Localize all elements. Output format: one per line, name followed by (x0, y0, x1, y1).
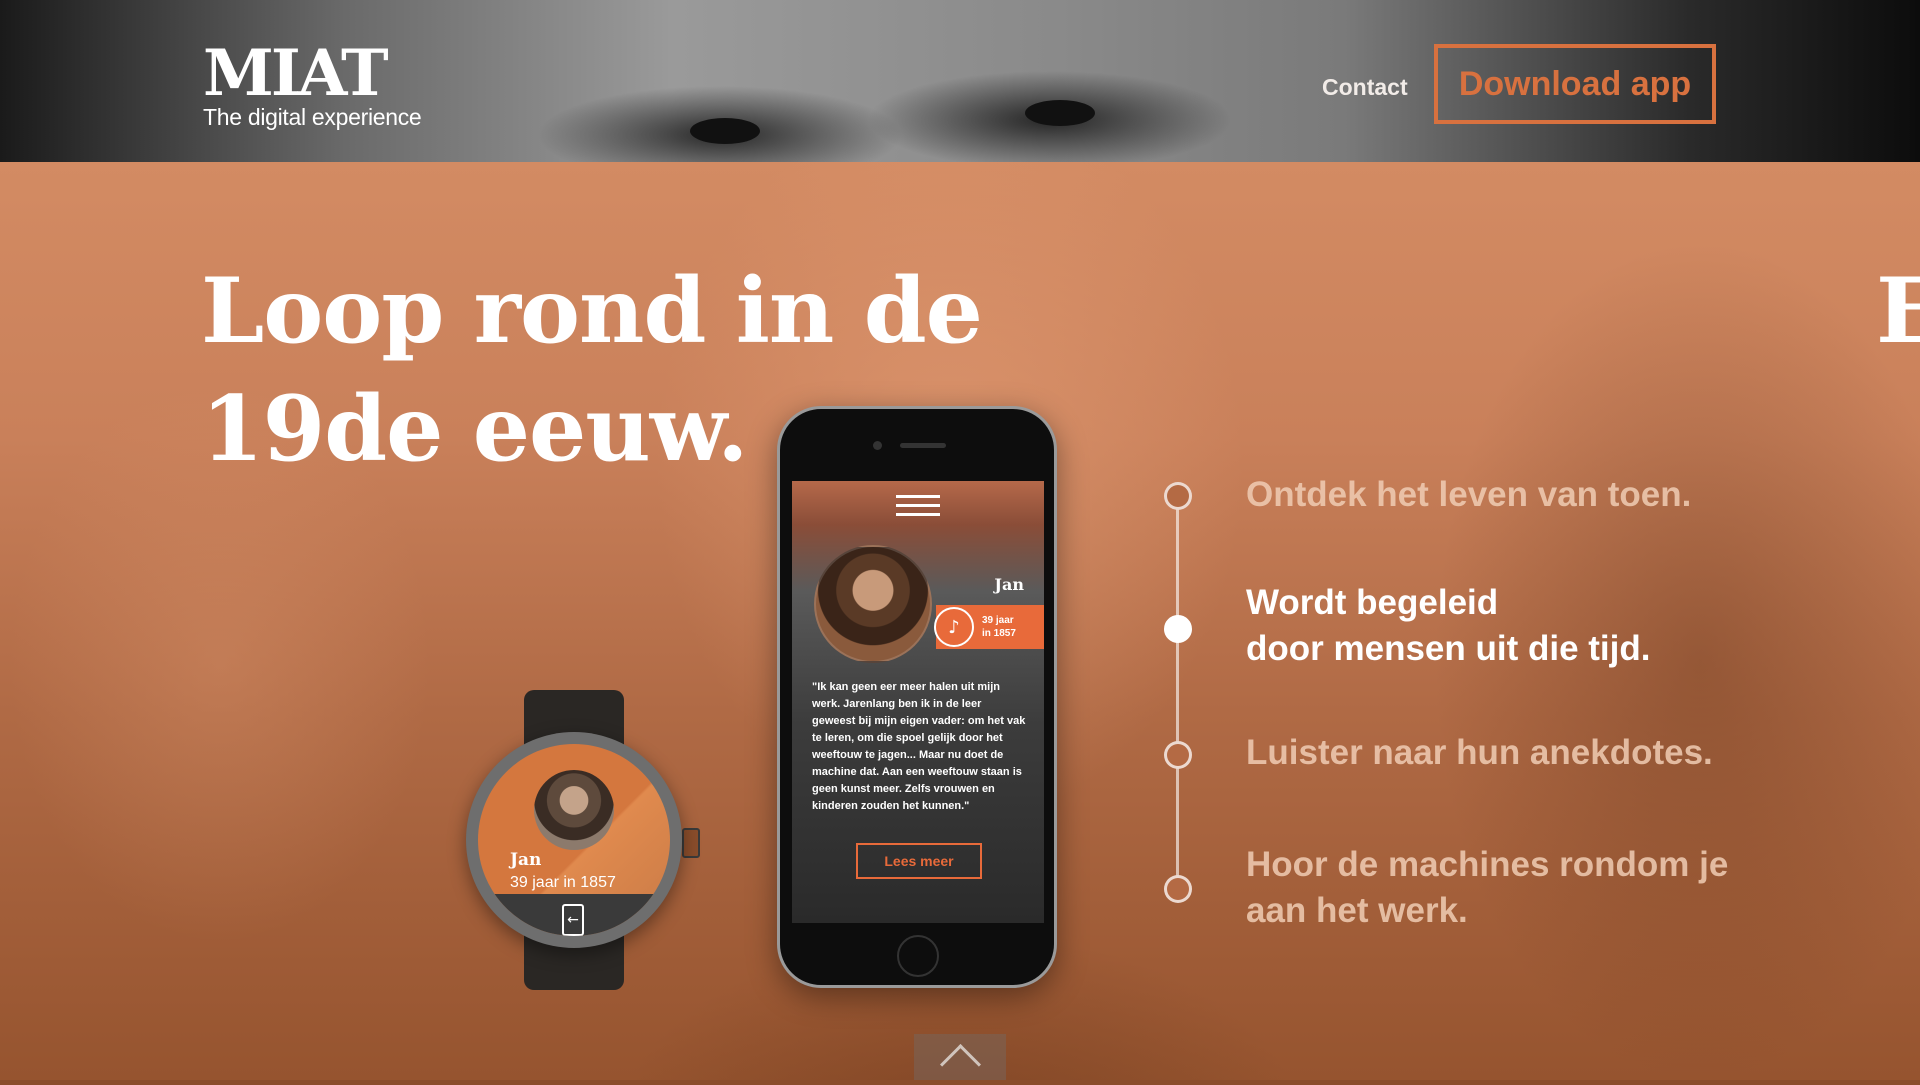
hamburger-icon (896, 495, 940, 522)
download-app-button[interactable]: Download app (1434, 44, 1716, 124)
read-more-button: Lees meer (856, 843, 982, 879)
timeline-dot-1[interactable] (1164, 482, 1192, 510)
timeline-item-4[interactable]: Hoor de machines rondom je aan het werk. (1246, 842, 1728, 934)
smartwatch-mockup: Jan 39 jaar in 1857 ← (466, 732, 682, 948)
age-line2: in 1857 (982, 628, 1016, 639)
eye-right (1025, 100, 1095, 126)
watch-crown (682, 828, 700, 858)
scroll-up-button[interactable] (914, 1034, 1006, 1085)
portrait-avatar (814, 545, 932, 663)
nav-contact-link[interactable]: Contact (1322, 74, 1408, 101)
character-quote: "Ik kan geen eer meer halen uit mijn wer… (812, 681, 1026, 812)
headphones-icon: ♪ (934, 607, 974, 647)
timeline-line (1176, 496, 1179, 890)
watch-portrait-avatar (534, 770, 614, 850)
watch-age: 39 jaar in 1857 (510, 874, 616, 891)
watch-name: Jan (510, 850, 542, 870)
phone-speaker (900, 443, 946, 448)
chevron-up-icon (939, 1043, 981, 1085)
timeline-dot-4[interactable] (1164, 875, 1192, 903)
timeline-item-2-line1: Wordt begeleid (1246, 583, 1499, 622)
timeline-dot-3[interactable] (1164, 741, 1192, 769)
timeline-item-3[interactable]: Luister naar hun anekdotes. (1246, 730, 1713, 776)
eye-left (690, 118, 760, 144)
hero-title-line2: 19de eeuw. (201, 376, 748, 482)
character-name: Jan (994, 575, 1024, 594)
logo-mark: MIAT (203, 36, 389, 111)
next-slide-title-fragment: E (1876, 258, 1920, 364)
timeline-item-1[interactable]: Ontdek het leven van toen. (1246, 472, 1691, 518)
age-text: 39 jaar in 1857 (982, 614, 1038, 640)
timeline-dot-2[interactable] (1164, 615, 1192, 643)
timeline-item-2[interactable]: Wordt begeleid door mensen uit die tijd. (1246, 580, 1650, 672)
age-badge: ♪ 39 jaar in 1857 (934, 605, 1044, 649)
phone-home-button (897, 935, 939, 977)
timeline-item-2-line2: door mensen uit die tijd. (1246, 629, 1651, 668)
hero-title-line1: Loop rond in de (201, 258, 983, 364)
phone-mockup: Jan ♪ 39 jaar in 1857 "Ik kan geen eer m… (777, 406, 1057, 988)
timeline-item-4-line2: aan het werk. (1246, 891, 1468, 930)
timeline-item-4-line1: Hoor de machines rondom je (1246, 845, 1729, 884)
timeline-item-3-line1: Luister naar hun anekdotes. (1246, 733, 1713, 772)
phone-camera (873, 441, 882, 450)
phone-screen: Jan ♪ 39 jaar in 1857 "Ik kan geen eer m… (792, 481, 1044, 923)
logo[interactable]: MIAT The digital experience (203, 36, 422, 131)
watch-face: Jan 39 jaar in 1857 ← (478, 744, 670, 936)
age-line1: 39 jaar (982, 615, 1014, 626)
phone-link-icon: ← (562, 904, 584, 936)
timeline-item-1-line1: Ontdek het leven van toen. (1246, 475, 1692, 514)
logo-tagline: The digital experience (203, 104, 422, 130)
